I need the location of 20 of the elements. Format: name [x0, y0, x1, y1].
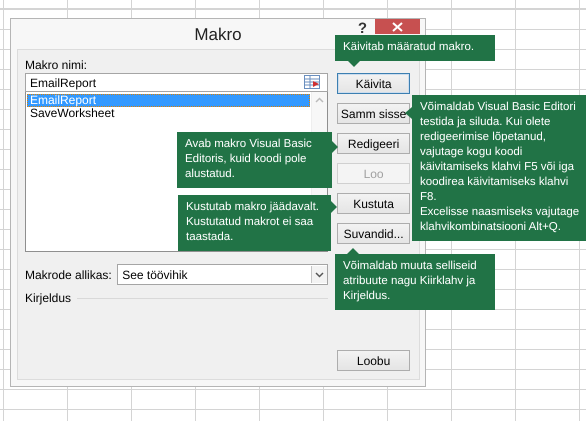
macro-list-item[interactable]: SaveWorksheet: [27, 107, 310, 120]
dialog-button[interactable]: Samm sisse: [337, 103, 410, 124]
callout-text: Käivitab määratud makro.: [343, 40, 476, 55]
dialog-button[interactable]: Loobu: [337, 350, 410, 371]
help-button[interactable]: ?: [358, 20, 367, 37]
callout-text: Võimaldab muuta selliseid atribuute nagu Kiirklahv ja Kirjeldus.: [343, 259, 478, 304]
description-label: Kirjeldus: [25, 290, 72, 306]
dialog-button[interactable]: Suvandid...: [337, 223, 410, 244]
callout-text: Excelisse naasmiseks vajutage klahvikombinatsiooni Alt+Q.: [420, 205, 580, 235]
callout-text: Võimaldab Visual Basic Editori testida ja siluda. Kui olete redigeerimise lõpetanud, vajutage kogu koodi käivitamiseks klahvi F5 või iga koodirea käivitamiseks klahvi F8.: [420, 100, 577, 205]
dialog-button[interactable]: Kustuta: [337, 193, 410, 214]
macros-in-label: Makrode allikas:: [25, 266, 113, 282]
callout-text: Kustutab makro jäädavalt. Kustutatud makrot ei saa taastada.: [186, 200, 320, 245]
macro-name-label: Makro nimi:: [25, 57, 88, 73]
window-title: Makro: [194, 25, 242, 45]
dialog-button[interactable]: Käivita: [337, 73, 410, 94]
dialog-button[interactable]: Redigeeri: [337, 133, 410, 154]
macro-name-field[interactable]: EmailReport: [25, 73, 328, 92]
macros-in-dropdown[interactable]: See töövihik: [117, 264, 328, 285]
callout-text: Avab makro Visual Basic Editoris, kuid koodi pole alustatud.: [185, 137, 313, 182]
